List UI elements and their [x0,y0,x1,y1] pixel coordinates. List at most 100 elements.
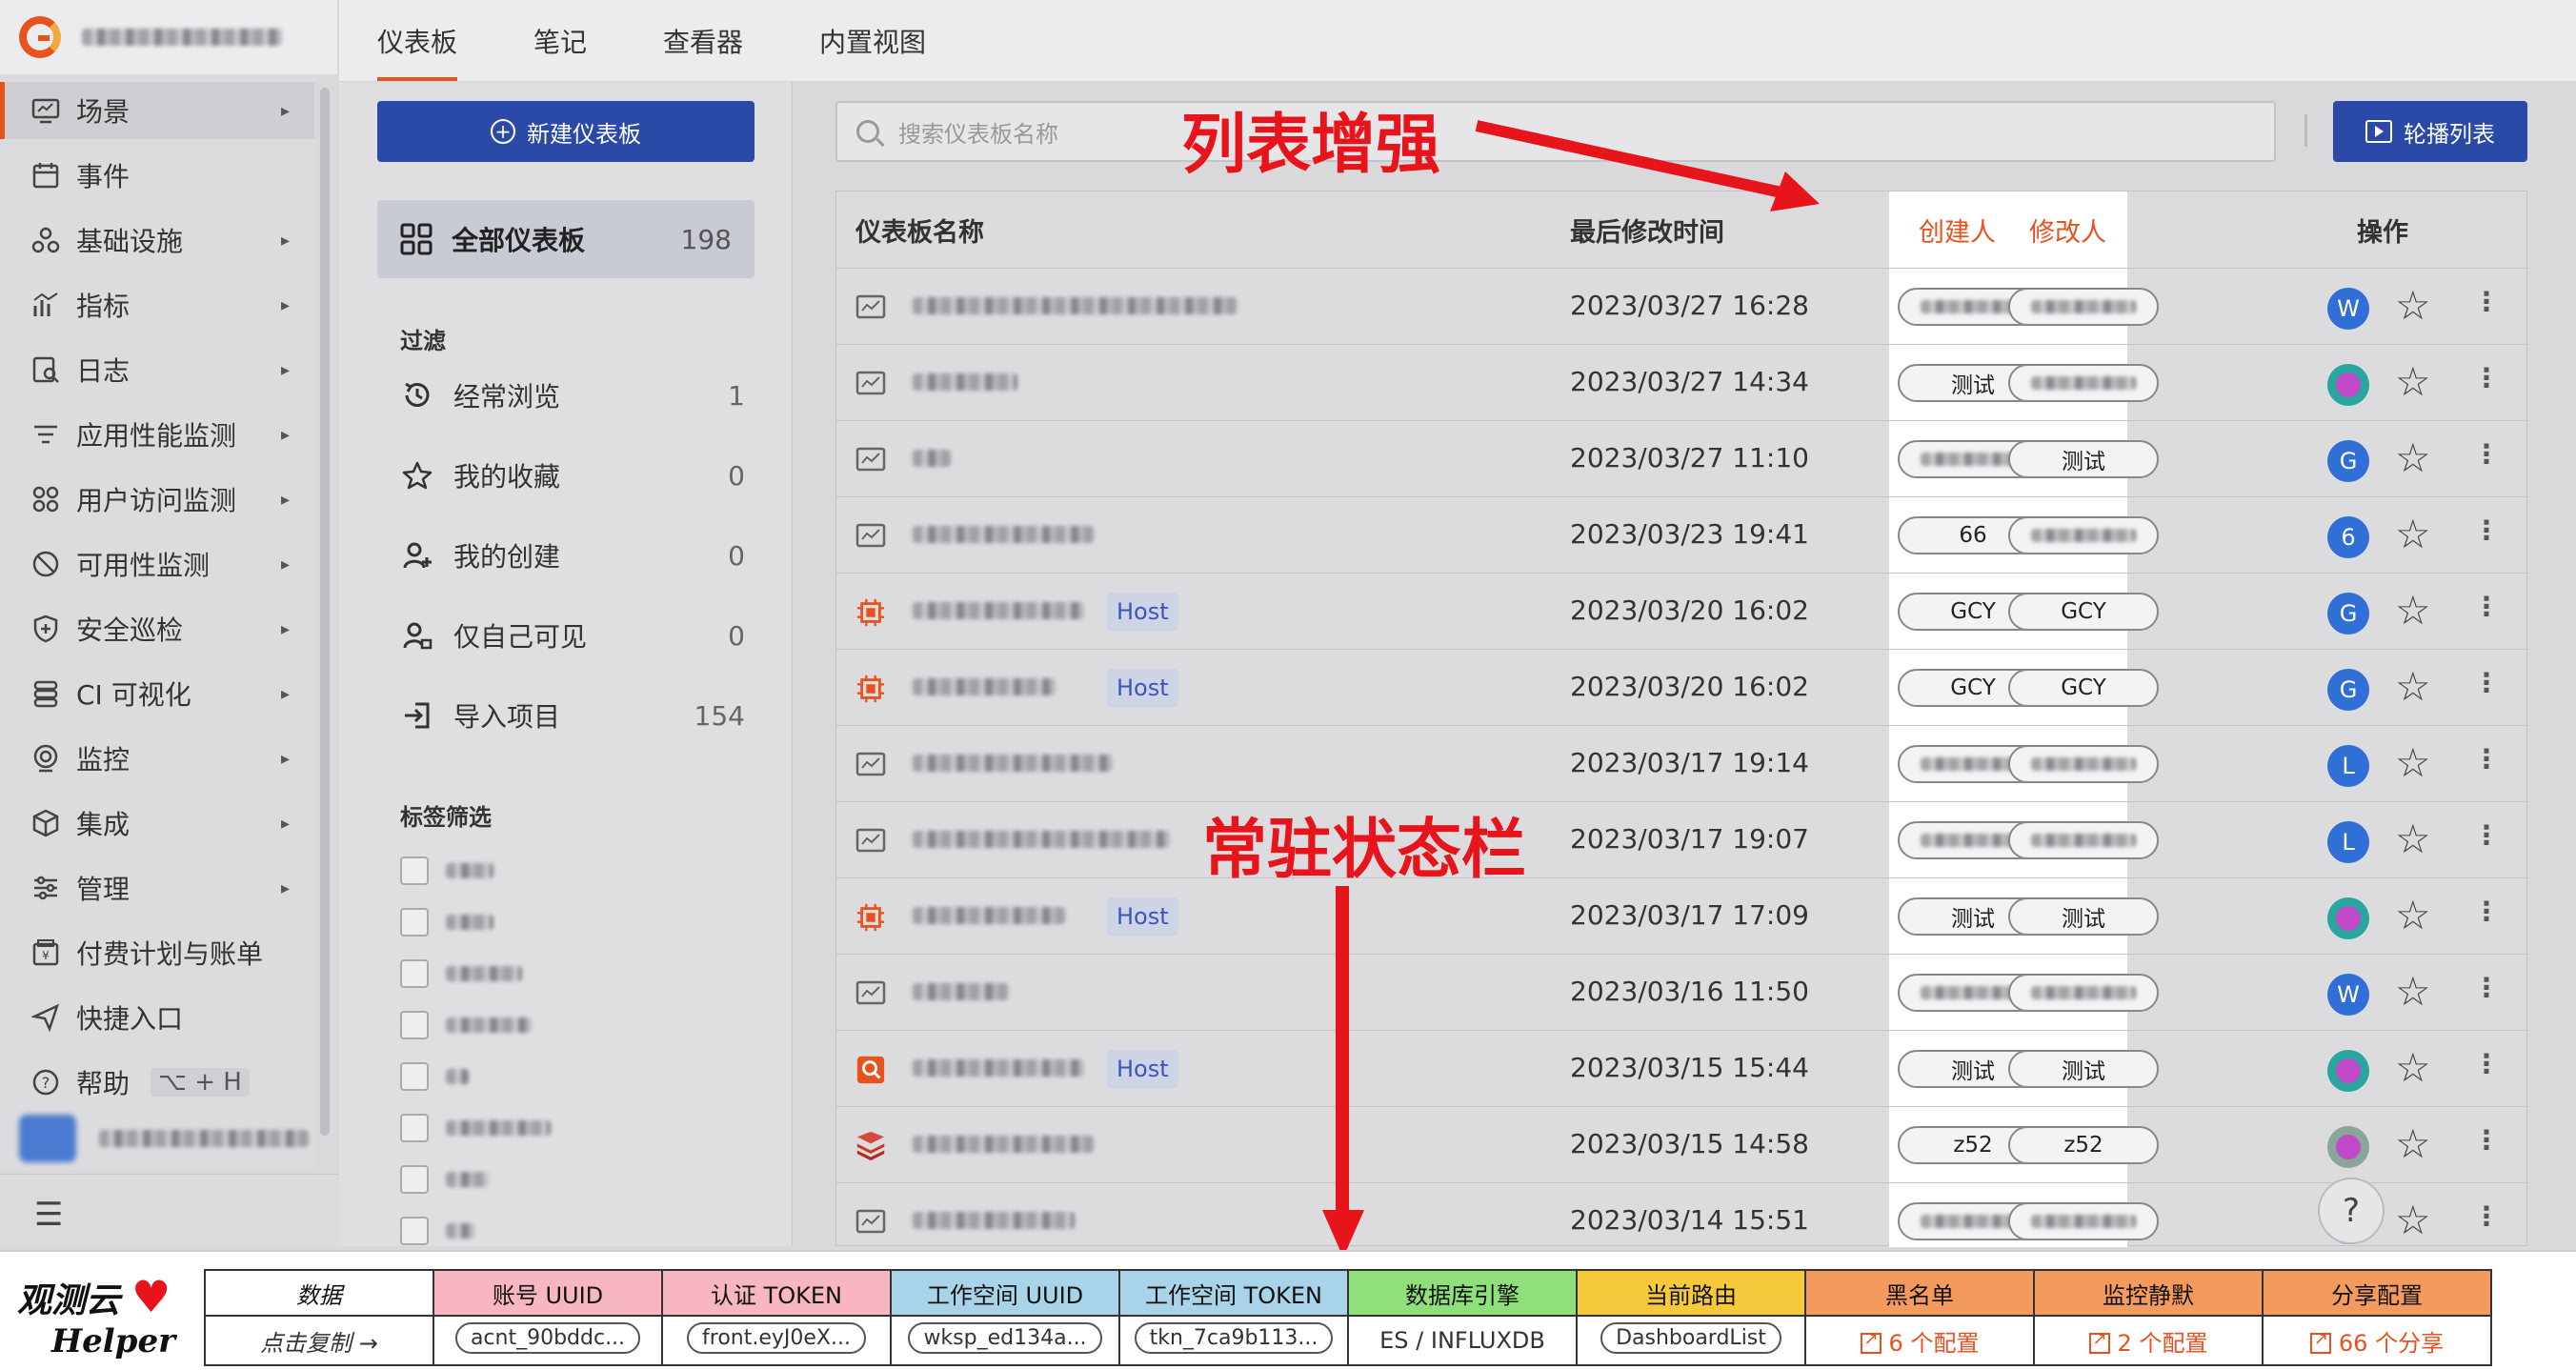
more-options-icon[interactable]: ⋮ [2473,1200,2500,1232]
modifier-pill[interactable] [2008,974,2159,1012]
nav-scrollbar[interactable] [320,88,330,1136]
new-dashboard-button[interactable]: + 新建仪表板 [377,101,755,162]
table-row[interactable]: 2023/03/27 16:28 W ☆ ⋮ [836,268,2528,344]
nav-item-15[interactable]: ? 帮助 ⌥ + H [0,1054,314,1111]
owner-avatar[interactable] [2327,897,2369,939]
modifier-pill[interactable]: 测试 [2008,440,2159,478]
all-dashboards-item[interactable]: 全部仪表板 198 [377,200,755,278]
more-options-icon[interactable]: ⋮ [2473,362,2500,393]
favorite-star-icon[interactable]: ☆ [2395,968,2431,1015]
dashboard-name-blurred[interactable] [913,907,1065,928]
owner-avatar[interactable]: G [2327,669,2369,711]
col-header-creator[interactable]: 创建人 [1919,191,1996,268]
nav-item-8[interactable]: 安全巡检 ▸ [0,600,314,657]
favorite-star-icon[interactable]: ☆ [2395,511,2431,557]
more-options-icon[interactable]: ⋮ [2473,286,2500,317]
more-options-icon[interactable]: ⋮ [2473,743,2500,775]
nav-item-1[interactable]: 事件 [0,147,314,204]
modifier-pill[interactable]: 测试 [2008,897,2159,936]
table-row[interactable]: 2023/03/23 19:41 66 6 ☆ ⋮ [836,496,2528,573]
modifier-pill[interactable]: GCY [2008,669,2159,707]
owner-avatar[interactable] [2327,1050,2369,1092]
filter-item-2[interactable]: 我的创建 0 [400,532,755,579]
account-uuid-pill[interactable]: acnt_90bddc... [454,1321,641,1354]
favorite-star-icon[interactable]: ☆ [2395,663,2431,710]
filter-item-4[interactable]: 导入项目 154 [400,692,755,739]
nav-item-13[interactable]: ¥ 付费计划与账单 [0,924,314,981]
tag-checkbox[interactable] [400,1217,429,1245]
mute-link[interactable]: 2 个配置 [2088,1329,2207,1357]
table-row[interactable]: Host 2023/03/20 16:02 GCY GCY G ☆ ⋮ [836,573,2528,649]
nav-item-3[interactable]: 指标 ▸ [0,276,314,333]
tag-checkbox[interactable] [400,908,429,937]
more-options-icon[interactable]: ⋮ [2473,1048,2500,1079]
workspace-token-pill[interactable]: tkn_7ca9b113... [1134,1321,1334,1354]
tab-notes[interactable]: 笔记 [533,22,587,81]
tag-checkbox[interactable] [400,856,429,885]
help-button[interactable]: ? [2318,1178,2385,1244]
tag-filter-row[interactable] [400,1160,490,1199]
filter-item-1[interactable]: 我的收藏 0 [400,452,755,499]
owner-avatar[interactable] [2327,364,2369,406]
nav-item-9[interactable]: CI 可视化 ▸ [0,665,314,722]
owner-avatar[interactable]: G [2327,440,2369,482]
favorite-star-icon[interactable]: ☆ [2395,282,2431,329]
filter-item-3[interactable]: 仅自己可见 0 [400,612,755,659]
workspace-uuid-pill[interactable]: wksp_ed134a... [908,1321,1102,1354]
more-options-icon[interactable]: ⋮ [2473,819,2500,851]
dashboard-name-blurred[interactable] [913,1212,1075,1233]
tag-checkbox[interactable] [400,1062,429,1091]
table-row[interactable]: 2023/03/15 14:58 z52 z52 ☆ ⋮ [836,1106,2528,1182]
table-row[interactable]: Host 2023/03/20 16:02 GCY GCY G ☆ ⋮ [836,649,2528,725]
auth-token-pill[interactable]: front.eyJ0eX... [687,1321,866,1354]
col-header-modifier[interactable]: 修改人 [2029,191,2106,268]
favorite-star-icon[interactable]: ☆ [2395,1197,2431,1243]
dashboard-name-blurred[interactable] [913,1059,1084,1080]
dashboard-name-blurred[interactable] [913,297,1237,318]
user-profile[interactable] [19,1115,309,1162]
modifier-pill[interactable]: GCY [2008,593,2159,631]
more-options-icon[interactable]: ⋮ [2473,667,2500,698]
tag-filter-row[interactable] [400,852,493,890]
collapse-menu-icon[interactable]: ☰ [34,1196,63,1234]
table-row[interactable]: 2023/03/27 14:34 测试 ☆ ⋮ [836,344,2528,420]
more-options-icon[interactable]: ⋮ [2473,514,2500,546]
dashboard-name-blurred[interactable] [913,450,951,471]
modifier-pill[interactable] [2008,288,2159,326]
nav-item-11[interactable]: 集成 ▸ [0,795,314,852]
table-row[interactable]: 2023/03/16 11:50 W ☆ ⋮ [836,954,2528,1030]
favorite-star-icon[interactable]: ☆ [2395,434,2431,481]
dashboard-name-blurred[interactable] [913,602,1084,623]
modifier-pill[interactable] [2008,516,2159,554]
host-tag[interactable]: Host [1107,669,1178,707]
modifier-pill[interactable] [2008,745,2159,783]
tag-filter-row[interactable] [400,1058,469,1096]
owner-avatar[interactable]: 6 [2327,516,2369,558]
owner-avatar[interactable]: W [2327,974,2369,1016]
table-row[interactable]: Host 2023/03/15 15:44 测试 测试 ☆ ⋮ [836,1030,2528,1106]
nav-item-14[interactable]: 快捷入口 [0,989,314,1046]
owner-avatar[interactable]: G [2327,593,2369,635]
dashboard-name-blurred[interactable] [913,678,1056,699]
dashboard-name-blurred[interactable] [913,755,1113,776]
modifier-pill[interactable]: 测试 [2008,1050,2159,1088]
workspace-name-blurred[interactable] [82,29,282,46]
favorite-star-icon[interactable]: ☆ [2395,739,2431,786]
table-row[interactable]: 2023/03/14 15:51 L ☆ ⋮ [836,1182,2528,1259]
nav-item-0[interactable]: 场景 ▸ [0,82,314,139]
host-tag[interactable]: Host [1107,593,1178,631]
col-header-name[interactable]: 仪表板名称 [855,191,984,268]
more-options-icon[interactable]: ⋮ [2473,1124,2500,1156]
tag-checkbox[interactable] [400,959,429,988]
modifier-pill[interactable] [2008,364,2159,402]
table-row[interactable]: 2023/03/17 19:14 L ☆ ⋮ [836,725,2528,801]
current-route-pill[interactable]: DashboardList [1600,1321,1781,1354]
nav-item-10[interactable]: 监控 ▸ [0,730,314,787]
host-tag[interactable]: Host [1107,897,1178,936]
tag-checkbox[interactable] [400,1114,429,1142]
dashboard-name-blurred[interactable] [913,373,1017,394]
tag-filter-row[interactable] [400,1006,532,1044]
tag-filter-row[interactable] [400,955,522,993]
nav-item-7[interactable]: 可用性监测 ▸ [0,535,314,593]
modifier-pill[interactable] [2008,1202,2159,1240]
